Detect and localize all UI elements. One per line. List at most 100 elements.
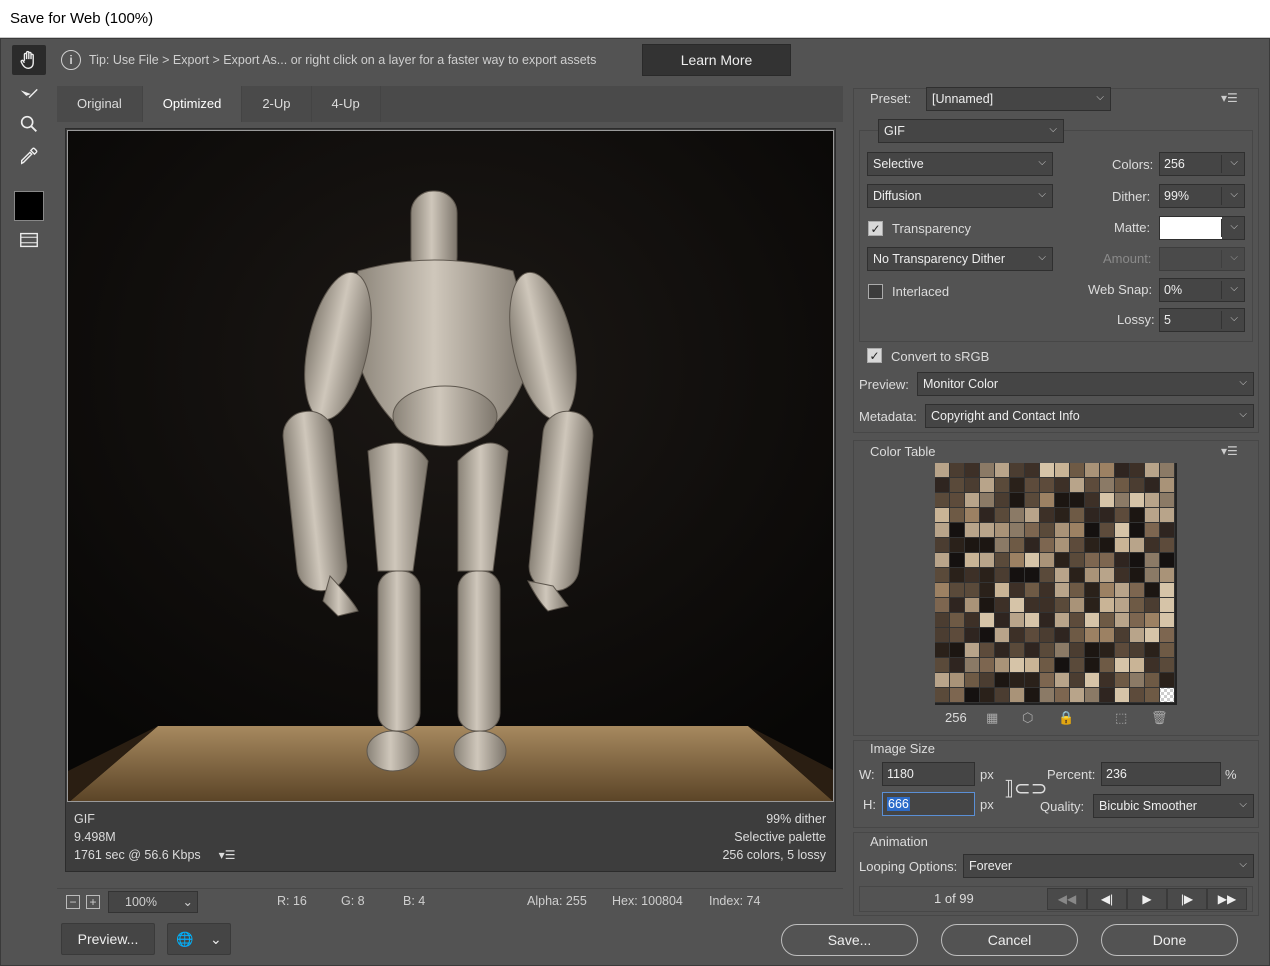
transparency-checkbox[interactable]: ✓ [868,221,883,236]
color-swatch[interactable] [1130,598,1145,613]
color-swatch[interactable] [1010,658,1025,673]
color-swatch[interactable] [1130,478,1145,493]
color-swatch[interactable] [1010,643,1025,658]
color-swatch[interactable] [1115,688,1130,703]
color-swatch[interactable] [935,643,950,658]
color-swatch[interactable] [1025,523,1040,538]
color-swatch[interactable] [935,478,950,493]
interlaced-checkbox[interactable] [868,284,883,299]
color-swatch[interactable] [950,658,965,673]
color-swatch[interactable] [1160,583,1175,598]
color-swatch[interactable] [980,463,995,478]
color-swatch[interactable] [1160,538,1175,553]
color-swatch[interactable] [935,673,950,688]
color-swatch[interactable] [1055,673,1070,688]
eyedropper-color-swatch[interactable] [14,191,44,221]
color-swatch[interactable] [1070,508,1085,523]
chevron-down-icon[interactable]: ⌵ [1230,221,1238,232]
color-swatch[interactable] [1055,478,1070,493]
color-swatch[interactable] [1130,568,1145,583]
color-swatch[interactable] [1115,673,1130,688]
tab-2-up[interactable]: 2-Up [242,86,312,122]
color-swatch[interactable] [1130,463,1145,478]
zoom-level-select[interactable]: 100% ⌄ [108,890,198,913]
color-swatch[interactable] [1100,553,1115,568]
color-swatch[interactable] [1070,688,1085,703]
color-swatch[interactable] [995,673,1010,688]
color-swatch[interactable] [1010,463,1025,478]
last-frame-button[interactable]: ▶▶ [1207,888,1247,910]
color-swatch[interactable] [1010,613,1025,628]
previous-frame-button[interactable]: ◀| [1087,888,1127,910]
color-swatch[interactable] [1085,553,1100,568]
color-swatch[interactable] [1040,688,1055,703]
color-swatch[interactable] [1145,493,1160,508]
color-swatch[interactable] [1010,493,1025,508]
color-swatch[interactable] [1115,598,1130,613]
color-swatch[interactable] [1070,613,1085,628]
color-swatch[interactable] [1025,493,1040,508]
color-swatch[interactable] [950,508,965,523]
color-swatch[interactable] [1025,538,1040,553]
color-swatch[interactable] [995,583,1010,598]
color-swatch[interactable] [935,553,950,568]
color-swatch[interactable] [1025,658,1040,673]
color-swatch[interactable] [1160,463,1175,478]
color-swatch[interactable] [1010,508,1025,523]
percent-field[interactable]: 236 [1101,762,1221,786]
color-swatch[interactable] [935,568,950,583]
color-swatch[interactable] [1070,493,1085,508]
color-swatch[interactable] [1160,613,1175,628]
done-button[interactable]: Done [1101,924,1238,956]
color-swatch[interactable] [1100,583,1115,598]
color-swatch[interactable] [1115,493,1130,508]
color-swatch[interactable] [1100,628,1115,643]
color-swatch[interactable] [1100,508,1115,523]
color-swatch[interactable] [1010,628,1025,643]
color-swatch[interactable] [1085,688,1100,703]
color-swatch[interactable] [980,508,995,523]
color-swatch[interactable] [1145,628,1160,643]
color-swatch[interactable] [1025,553,1040,568]
lossy-field[interactable]: 5 ⌵ [1159,308,1245,332]
color-swatch[interactable] [1115,553,1130,568]
color-swatch[interactable] [1040,628,1055,643]
color-swatch[interactable] [935,688,950,703]
color-swatch[interactable] [980,613,995,628]
chevron-down-icon[interactable]: ⌵ [1230,189,1238,200]
color-swatch[interactable] [1085,673,1100,688]
color-swatch[interactable] [995,613,1010,628]
color-swatch[interactable] [965,493,980,508]
color-swatch[interactable] [1100,673,1115,688]
color-swatch[interactable] [1085,568,1100,583]
color-swatch[interactable] [1025,598,1040,613]
color-swatch[interactable] [1115,658,1130,673]
dither-algorithm-select[interactable]: Diffusion ⌵ [867,184,1053,208]
color-swatch[interactable] [995,598,1010,613]
map-transparent-icon[interactable]: ▦ [986,710,998,726]
tab-optimized[interactable]: Optimized [142,86,243,122]
color-swatch[interactable] [1085,598,1100,613]
color-swatch[interactable] [935,508,950,523]
color-swatch[interactable] [965,673,980,688]
first-frame-button[interactable]: ◀◀ [1047,888,1087,910]
color-swatch[interactable] [935,523,950,538]
color-swatch[interactable] [965,553,980,568]
color-swatch[interactable] [1160,643,1175,658]
color-swatch[interactable] [995,628,1010,643]
color-swatch[interactable] [1010,583,1025,598]
color-swatch[interactable] [995,643,1010,658]
color-swatch[interactable] [1115,463,1130,478]
color-swatch[interactable] [1070,463,1085,478]
color-swatch[interactable] [1055,628,1070,643]
color-swatch[interactable] [1040,523,1055,538]
convert-srgb-checkbox[interactable]: ✓ [867,348,882,363]
cancel-button[interactable]: Cancel [941,924,1078,956]
color-swatch[interactable] [1115,538,1130,553]
color-swatch[interactable] [965,598,980,613]
color-swatch[interactable] [1085,643,1100,658]
color-swatch[interactable] [995,508,1010,523]
transparency-dither-select[interactable]: No Transparency Dither ⌵ [867,247,1053,271]
color-swatch[interactable] [995,658,1010,673]
color-swatch[interactable] [1100,463,1115,478]
